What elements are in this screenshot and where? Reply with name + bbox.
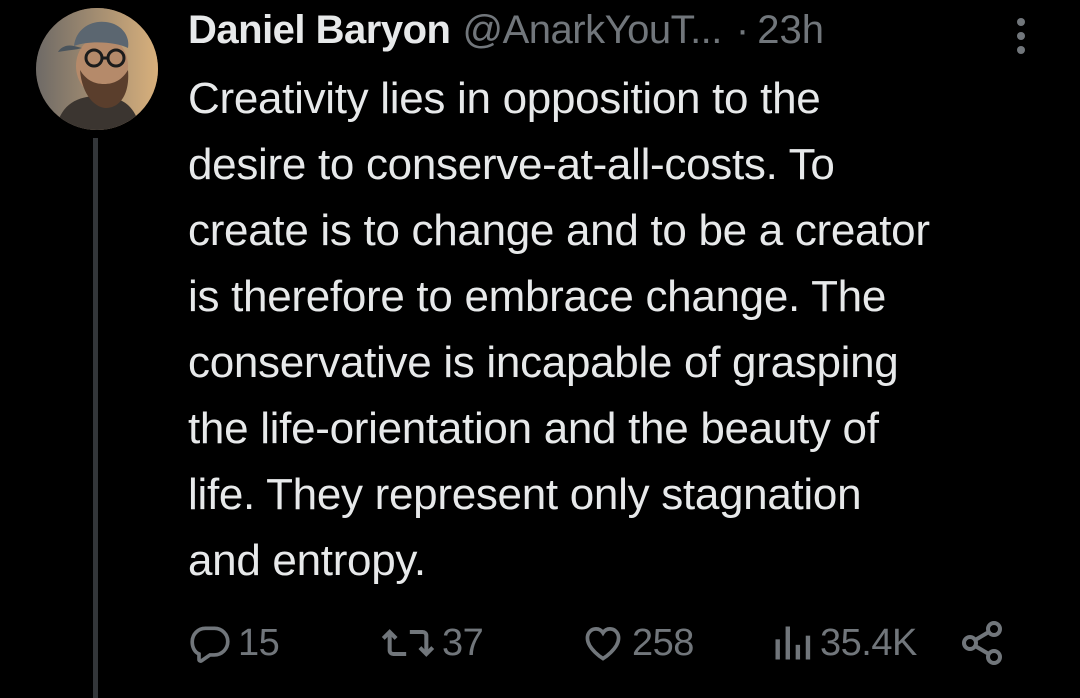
reply-count: 15 [238, 621, 280, 664]
tweet-text-line: conservative is incapable of grasping [188, 338, 899, 387]
views-button[interactable]: 35.4K [770, 618, 917, 668]
repost-count: 37 [442, 621, 484, 664]
like-count: 258 [632, 621, 694, 664]
more-button[interactable] [1006, 12, 1036, 56]
separator-dot: · [735, 7, 750, 52]
like-button[interactable]: 258 [580, 618, 694, 668]
tweet-text-line: desire to conserve-at-all-costs. To [188, 140, 835, 189]
tweet-text-line: life. They represent only stagnation [188, 470, 862, 519]
tweet-text-line: is therefore to embrace change. The [188, 272, 886, 321]
tweet-text: Creativity lies in opposition to the des… [188, 66, 1068, 594]
reply-button[interactable]: 15 [188, 618, 280, 668]
action-bar: 15 37 258 35.4K [0, 618, 1080, 668]
views-count: 35.4K [820, 621, 917, 664]
timestamp[interactable]: 23h [757, 8, 824, 53]
repost-button[interactable]: 37 [380, 618, 484, 668]
reply-icon [190, 626, 230, 663]
avatar[interactable] [36, 8, 158, 130]
tweet-header: Daniel Baryon @AnarkYouT... · 23h [188, 4, 824, 56]
repost-icon [381, 629, 435, 657]
thread-line [93, 138, 98, 698]
share-button[interactable] [958, 618, 1006, 668]
tweet-text-line: the life-orientation and the beauty of [188, 404, 879, 453]
views-chart-icon [775, 626, 811, 660]
avatar-photo [36, 8, 158, 130]
tweet-text-line: Creativity lies in opposition to the [188, 74, 821, 123]
more-vertical-icon [1017, 18, 1025, 54]
author-handle[interactable]: @AnarkYouT... [462, 8, 722, 53]
share-icon [962, 621, 1002, 665]
tweet-text-line: and entropy. [188, 536, 426, 585]
heart-icon [585, 627, 621, 661]
tweet-text-line: create is to change and to be a creator [188, 206, 930, 255]
author-name[interactable]: Daniel Baryon [188, 8, 451, 53]
